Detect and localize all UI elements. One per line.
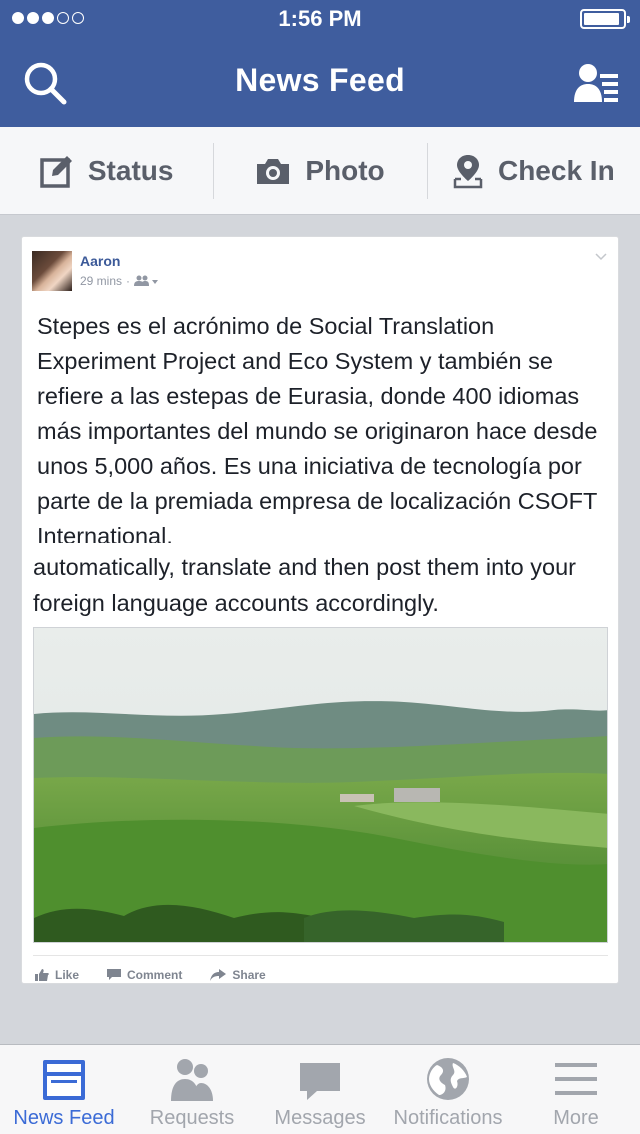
tab-messages[interactable]: Messages xyxy=(256,1045,384,1134)
more-menu-icon xyxy=(555,1063,597,1095)
status-label: Status xyxy=(87,154,174,186)
tab-messages-label: Messages xyxy=(274,1107,366,1129)
post-options-chevron-icon[interactable] xyxy=(594,249,608,263)
status-time: 1:56 PM xyxy=(278,6,362,31)
tab-more-label: More xyxy=(553,1107,599,1129)
share-label: Share xyxy=(232,967,266,982)
camera-icon xyxy=(257,158,290,184)
tab-notifications-label: Notifications xyxy=(393,1107,503,1129)
news-feed-icon xyxy=(43,1060,85,1100)
landscape-photo xyxy=(34,628,607,942)
post-actions: Like Comment Share xyxy=(33,955,608,983)
location-pin-icon xyxy=(453,154,483,188)
friends-list-button[interactable] xyxy=(574,62,620,106)
post-photo[interactable] xyxy=(33,627,608,943)
avatar[interactable] xyxy=(32,251,72,291)
friends-audience-icon[interactable] xyxy=(134,275,159,287)
post-text: Stepes es el acrónimo de Social Translat… xyxy=(37,313,598,543)
share-button[interactable]: Share xyxy=(210,964,266,983)
messages-icon xyxy=(300,1063,340,1100)
requests-icon xyxy=(171,1059,213,1101)
tab-notifications[interactable]: Notifications xyxy=(384,1045,512,1134)
bottom-tab-bar: News Feed Requests Messages Notification… xyxy=(0,1044,640,1134)
tab-requests[interactable]: Requests xyxy=(128,1045,256,1134)
photo-button[interactable]: Photo xyxy=(213,127,426,214)
battery-icon xyxy=(580,9,630,29)
comment-icon xyxy=(107,968,122,980)
page-title: News Feed xyxy=(235,62,405,98)
comment-label: Comment xyxy=(127,967,183,982)
post-time: 29 mins xyxy=(80,274,123,288)
composer-bar: Status Photo Check In xyxy=(0,127,640,215)
friends-list-icon xyxy=(574,64,618,102)
thumbs-up-icon xyxy=(35,968,49,981)
like-button[interactable]: Like xyxy=(35,964,80,983)
check-in-button[interactable]: Check In xyxy=(426,127,640,214)
photo-label: Photo xyxy=(305,154,385,186)
status-bar: 1:56 PM xyxy=(0,0,640,40)
tab-more[interactable]: More xyxy=(512,1045,640,1134)
edit-status-icon xyxy=(40,155,72,188)
like-label: Like xyxy=(55,967,80,982)
post-author[interactable]: Aaron xyxy=(80,253,120,269)
post-meta: 29 mins · xyxy=(80,274,159,288)
comment-button[interactable]: Comment xyxy=(107,964,183,983)
tab-news-feed[interactable]: News Feed xyxy=(0,1045,128,1134)
news-feed-post: Aaron 29 mins · Stepes es el acrónimo de… xyxy=(21,236,619,984)
post-text-overflow: automatically, translate and then post t… xyxy=(33,554,576,616)
navigation-header: 1:56 PM News Feed xyxy=(0,0,640,127)
status-button[interactable]: Status xyxy=(0,127,213,214)
notifications-globe-icon xyxy=(427,1058,469,1100)
check-in-label: Check In xyxy=(497,154,615,186)
tab-news-feed-label: News Feed xyxy=(13,1107,115,1129)
tab-requests-label: Requests xyxy=(149,1107,235,1129)
battery-level xyxy=(584,13,619,25)
share-arrow-icon xyxy=(210,968,227,981)
